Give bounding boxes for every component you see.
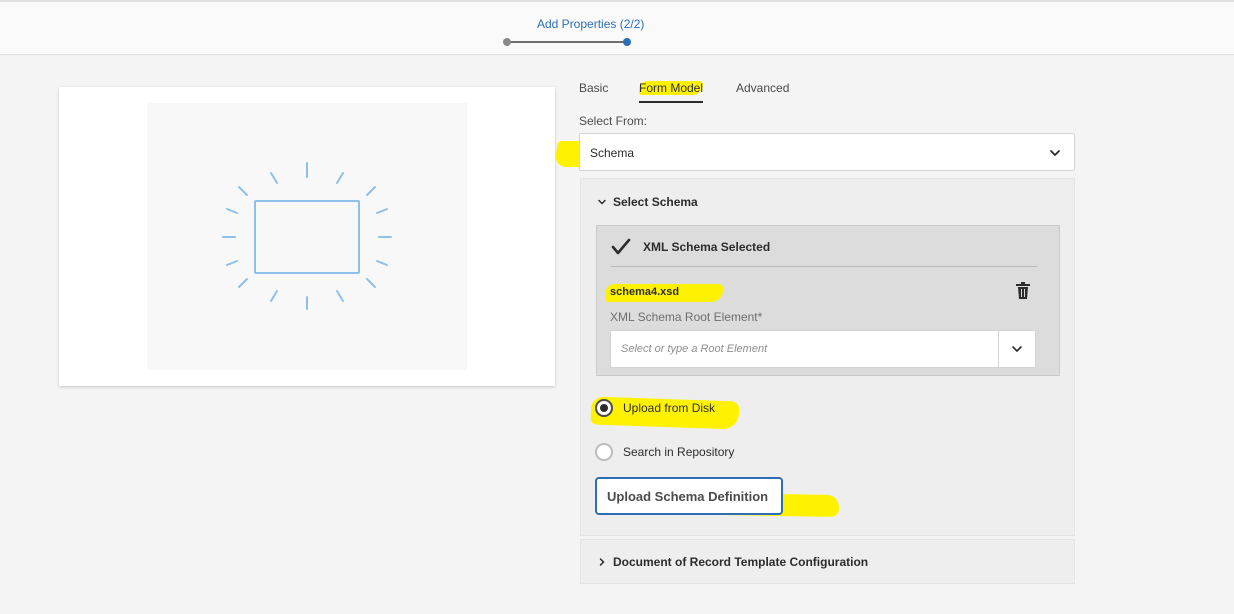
select-schema-panel: Select Schema XML Schema Selected schema…: [580, 178, 1075, 536]
root-element-combobox[interactable]: [610, 330, 1036, 368]
radio-button[interactable]: [595, 399, 613, 417]
radio-button[interactable]: [595, 443, 613, 461]
chevron-down-icon: [1050, 150, 1060, 156]
select-schema-heading: Select Schema: [613, 195, 698, 209]
chevron-down-icon: [598, 199, 606, 205]
upload-schema-definition-button[interactable]: Upload Schema Definition: [595, 477, 783, 515]
radio-label: Upload from Disk: [623, 401, 716, 415]
form-placeholder-icon: [222, 162, 392, 310]
divider: [611, 266, 1037, 267]
form-preview-area: [147, 103, 467, 370]
selected-schema-box: XML Schema Selected schema4.xsd XML Sche…: [596, 225, 1060, 376]
upload-button-container: Upload Schema Definition: [595, 477, 840, 518]
chevron-right-icon: [599, 558, 605, 566]
tab-advanced[interactable]: Advanced: [736, 81, 789, 101]
root-element-input[interactable]: [611, 331, 999, 367]
form-preview-card: [59, 87, 555, 386]
radio-upload-from-disk[interactable]: Upload from Disk: [595, 399, 715, 417]
schema-selected-text: XML Schema Selected: [643, 240, 771, 254]
root-element-dropdown-button[interactable]: [998, 331, 1035, 367]
select-from-value: Schema: [590, 146, 635, 160]
step-title: Add Properties (2/2): [537, 17, 645, 31]
tab-basic[interactable]: Basic: [579, 81, 608, 101]
step-1-dot[interactable]: [503, 38, 511, 46]
root-element-label: XML Schema Root Element*: [610, 310, 763, 324]
radio-label: Search in Repository: [623, 445, 735, 459]
dor-template-panel: Document of Record Template Configuratio…: [580, 539, 1075, 584]
schema-file-name: schema4.xsd: [605, 284, 723, 302]
step-progress: [503, 37, 633, 47]
tab-form-model[interactable]: Form Model: [639, 81, 704, 103]
wizard-header: Add Properties (2/2): [0, 0, 1234, 55]
select-schema-header[interactable]: Select Schema: [597, 195, 698, 209]
checkmark-icon: [611, 238, 631, 255]
schema-selected-status: XML Schema Selected: [611, 238, 770, 256]
select-from-label: Select From:: [579, 114, 648, 128]
dor-template-heading: Document of Record Template Configuratio…: [613, 555, 869, 569]
dor-template-header[interactable]: Document of Record Template Configuratio…: [597, 555, 868, 569]
select-from-dropdown[interactable]: Schema: [579, 133, 1075, 171]
radio-search-in-repository[interactable]: Search in Repository: [595, 443, 734, 461]
trash-icon[interactable]: [1015, 282, 1031, 300]
step-progress-line: [509, 41, 625, 43]
step-2-dot[interactable]: [623, 38, 631, 46]
chevron-down-icon: [1012, 346, 1022, 352]
tab-form-model-label: Form Model: [639, 81, 704, 95]
